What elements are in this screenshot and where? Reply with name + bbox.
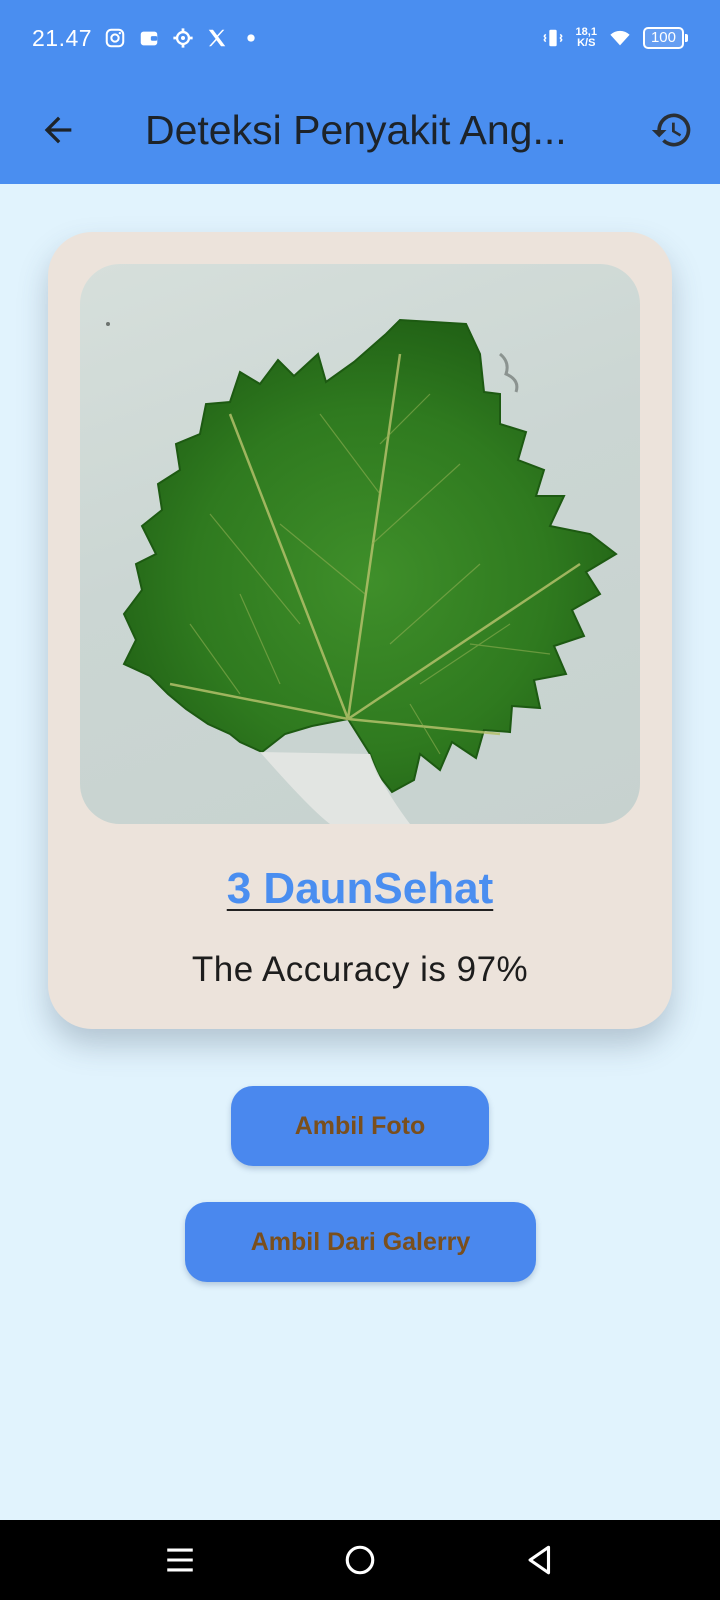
home-circle-icon[interactable] [338,1538,382,1582]
back-triangle-icon[interactable] [518,1538,562,1582]
back-button[interactable] [30,102,86,158]
status-bar: 21.47 18,1 K/S 100 [0,0,720,76]
network-speed: 18,1 K/S [576,27,597,49]
wifi-icon [609,27,631,49]
take-photo-button[interactable]: Ambil Foto [231,1086,489,1166]
menu-icon[interactable] [158,1538,202,1582]
battery-level: 100 [642,27,684,49]
status-left: 21.47 [32,25,262,52]
system-nav-bar [0,1520,720,1600]
arrow-left-icon [44,116,72,144]
history-icon [651,113,691,147]
battery-icon: 100 [642,27,688,49]
app-bar: Deteksi Penyakit Ang... [0,76,720,184]
x-icon [206,27,228,49]
status-right: 18,1 K/S 100 [542,27,688,49]
network-speed-unit: K/S [577,37,596,49]
result-card: 3 DaunSehat The Accuracy is 97% [48,232,672,1029]
pick-from-gallery-button[interactable]: Ambil Dari Galerry [185,1202,536,1282]
battery-tip [685,34,688,42]
page-title: Deteksi Penyakit Ang... [145,107,567,153]
settings-gear-icon [172,27,194,49]
leaf-photo [80,264,640,824]
vibrate-icon [542,27,564,49]
history-button[interactable] [644,102,700,158]
wallet-icon [138,27,160,49]
result-label-link[interactable]: 3 DaunSehat [48,864,672,914]
instagram-icon [104,27,126,49]
status-time: 21.47 [32,24,93,51]
dot-icon [240,27,262,49]
grape-leaf-illustration [106,318,618,824]
accuracy-text: The Accuracy is 97% [191,950,529,989]
